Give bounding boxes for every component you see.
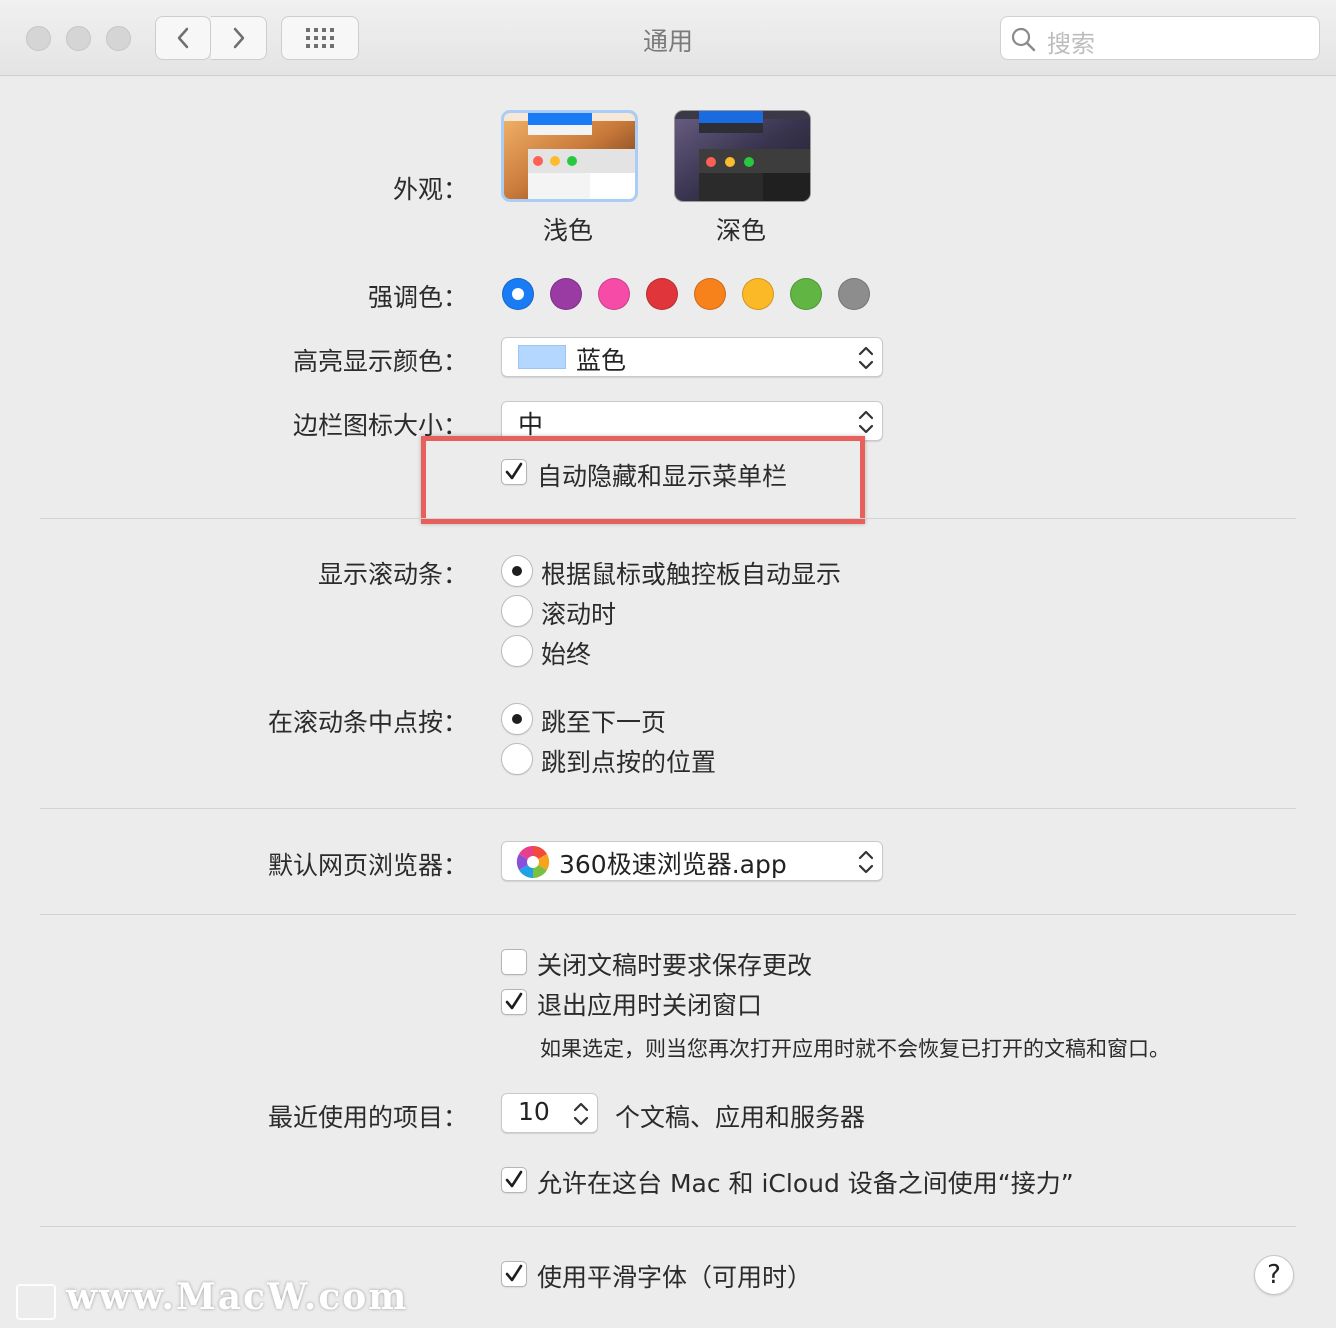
appearance-label: 外观： xyxy=(392,175,468,204)
ask-save-checkbox[interactable] xyxy=(501,949,527,975)
search-icon xyxy=(1011,27,1036,52)
chevron-updown-icon xyxy=(858,850,874,874)
watermark-logo-icon xyxy=(16,1284,56,1320)
font-smoothing-label: 使用平滑字体（可用时） xyxy=(537,1263,813,1292)
jump-to-spot-label: 跳到点按的位置 xyxy=(541,748,717,777)
default-browser-label: 默认网页浏览器： xyxy=(267,851,468,880)
show-scrollbars-label: 显示滚动条： xyxy=(317,560,468,589)
appearance-light-option[interactable] xyxy=(501,110,638,202)
jump-next-page-radio[interactable] xyxy=(501,703,533,735)
divider xyxy=(40,1226,1296,1227)
handoff-checkbox[interactable] xyxy=(501,1167,527,1193)
selected-indicator xyxy=(512,288,524,300)
jump-next-page-label: 跳至下一页 xyxy=(541,708,667,737)
close-windows-checkbox[interactable] xyxy=(501,989,527,1015)
accent-color-orange[interactable] xyxy=(694,278,726,310)
default-browser-value: 360极速浏览器.app xyxy=(559,850,787,879)
recent-items-stepper[interactable]: 10 xyxy=(501,1093,598,1133)
scrollbars-always-label: 始终 xyxy=(541,640,592,669)
accent-color-green[interactable] xyxy=(790,278,822,310)
light-mode-thumbnail xyxy=(504,113,635,199)
highlight-color-popup[interactable]: 蓝色 xyxy=(501,337,883,377)
recent-items-suffix: 个文稿、应用和服务器 xyxy=(615,1103,866,1132)
chevron-updown-icon xyxy=(858,346,874,370)
handoff-label: 允许在这台 Mac 和 iCloud 设备之间使用“接力” xyxy=(537,1169,1074,1198)
appearance-light-label: 浅色 xyxy=(543,216,594,245)
accent-color-graphite[interactable] xyxy=(838,278,870,310)
divider xyxy=(40,808,1296,809)
accent-color-label: 强调色： xyxy=(367,283,468,312)
accent-color-pink[interactable] xyxy=(598,278,630,310)
accent-color-yellow[interactable] xyxy=(742,278,774,310)
recent-items-label: 最近使用的项目： xyxy=(267,1103,468,1132)
chevron-updown-icon[interactable] xyxy=(571,1100,591,1128)
sidebar-icon-size-popup[interactable]: 中 xyxy=(501,401,883,441)
chevron-updown-icon xyxy=(858,410,874,434)
checkmark-icon xyxy=(505,462,523,480)
scrollbars-when-scrolling-radio[interactable] xyxy=(501,595,533,627)
scroll-click-label: 在滚动条中点按： xyxy=(267,708,468,737)
search-placeholder: 搜索 xyxy=(1047,30,1095,58)
checkmark-icon xyxy=(505,992,523,1010)
close-windows-note: 如果选定，则当您再次打开应用时就不会恢复已打开的文稿和窗口。 xyxy=(540,1037,1170,1061)
menubar-autohide-checkbox[interactable] xyxy=(501,459,527,485)
scrollbars-auto-radio[interactable] xyxy=(501,555,533,587)
watermark-text: www.MacW.com xyxy=(66,1276,409,1318)
help-button[interactable]: ? xyxy=(1254,1255,1294,1295)
divider xyxy=(40,518,1296,519)
browser-app-icon xyxy=(516,845,550,879)
search-field[interactable]: 搜索 xyxy=(1000,16,1320,60)
highlight-color-label: 高亮显示颜色： xyxy=(292,347,468,376)
checkmark-icon xyxy=(505,1264,523,1282)
title-bar: 通用 搜索 xyxy=(0,0,1336,76)
scrollbars-always-radio[interactable] xyxy=(501,635,533,667)
font-smoothing-checkbox[interactable] xyxy=(501,1261,527,1287)
ask-save-label: 关闭文稿时要求保存更改 xyxy=(537,951,813,980)
appearance-dark-label: 深色 xyxy=(716,216,767,245)
menubar-autohide-label: 自动隐藏和显示菜单栏 xyxy=(537,462,788,491)
accent-color-red[interactable] xyxy=(646,278,678,310)
highlight-color-value: 蓝色 xyxy=(576,346,627,375)
divider xyxy=(40,914,1296,915)
scrollbars-when-scrolling-label: 滚动时 xyxy=(541,600,617,629)
recent-items-value: 10 xyxy=(518,1097,550,1126)
appearance-dark-option[interactable] xyxy=(674,110,811,202)
scrollbars-auto-label: 根据鼠标或触控板自动显示 xyxy=(541,560,842,589)
accent-color-purple[interactable] xyxy=(550,278,582,310)
dark-mode-thumbnail xyxy=(675,111,810,201)
checkmark-icon xyxy=(505,1170,523,1188)
highlight-color-swatch xyxy=(518,345,566,369)
accent-color-blue[interactable] xyxy=(502,278,534,310)
close-windows-label: 退出应用时关闭窗口 xyxy=(537,991,763,1020)
jump-to-spot-radio[interactable] xyxy=(501,743,533,775)
default-browser-popup[interactable]: 360极速浏览器.app xyxy=(501,841,883,881)
